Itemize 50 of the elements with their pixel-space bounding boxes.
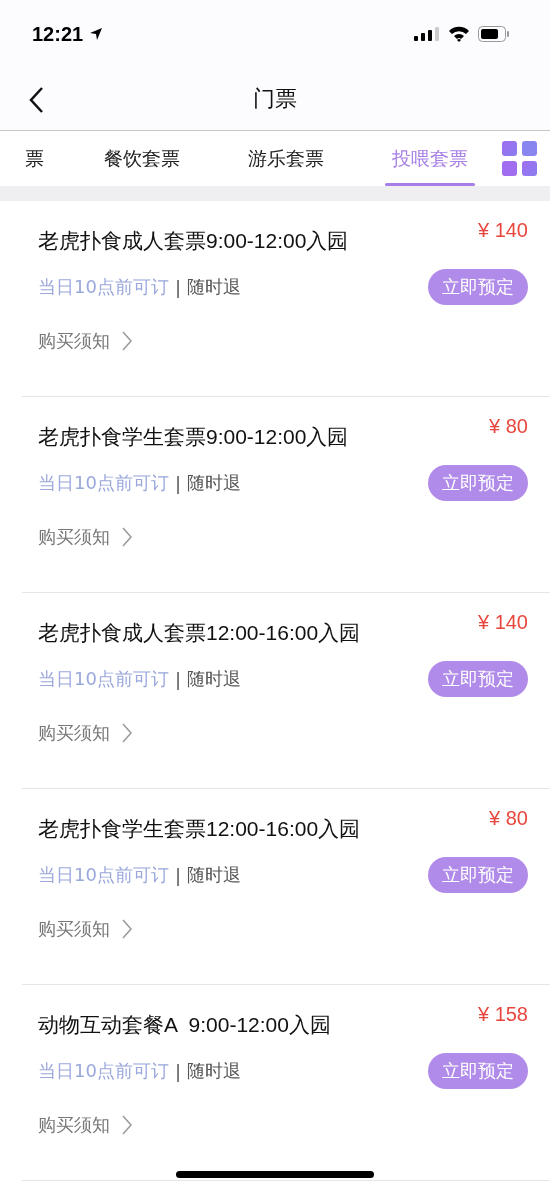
ticket-price: ¥ 80 [489, 807, 528, 830]
signal-icon [414, 27, 440, 41]
booking-note: 当日10点前可订 [38, 667, 169, 691]
chevron-right-icon [122, 331, 132, 351]
reserve-button[interactable]: 立即预定 [428, 465, 528, 501]
ticket-price: ¥ 158 [477, 1003, 528, 1026]
purchase-notice-link[interactable]: 购买须知 [38, 525, 132, 549]
refund-note: 随时退 [187, 1059, 241, 1083]
ticket-price: ¥ 140 [477, 611, 528, 634]
ticket-title: 老虎扑食学生套票9:00-12:00入园 [38, 424, 349, 450]
chevron-right-icon [122, 723, 132, 743]
chevron-right-icon [122, 919, 132, 939]
refund-note: 随时退 [187, 471, 241, 495]
purchase-notice-link[interactable]: 购买须知 [38, 721, 132, 745]
ticket-title: 老虎扑食学生套票12:00-16:00入园 [38, 816, 361, 842]
battery-icon [478, 26, 510, 42]
refund-note: 随时退 [187, 863, 241, 887]
booking-note: 当日10点前可订 [38, 275, 169, 299]
separator: | [174, 276, 181, 298]
location-arrow-icon [89, 27, 104, 41]
reserve-button[interactable]: 立即预定 [428, 269, 528, 305]
category-tab[interactable]: 游乐套票 [213, 131, 358, 186]
separator: | [174, 472, 181, 494]
separator: | [174, 864, 181, 886]
separator: | [174, 1060, 181, 1082]
category-tab[interactable]: 餐饮套票 [69, 131, 214, 186]
grid-icon[interactable] [502, 140, 538, 177]
page-title: 门票 [253, 85, 297, 113]
separator: | [174, 668, 181, 690]
ticket-title: 老虎扑食成人套票12:00-16:00入园 [38, 620, 361, 646]
status-time: 12:21 [32, 22, 84, 46]
purchase-notice-link[interactable]: 购买须知 [38, 917, 132, 941]
refund-note: 随时退 [187, 667, 241, 691]
booking-note: 当日10点前可订 [38, 863, 169, 887]
ticket-title: 动物互动套餐A 9:00-12:00入园 [38, 1012, 331, 1038]
reserve-button[interactable]: 立即预定 [428, 661, 528, 697]
ticket-title: 老虎扑食成人套票9:00-12:00入园 [38, 228, 349, 254]
purchase-notice-link[interactable]: 购买须知 [38, 329, 132, 353]
chevron-right-icon [122, 527, 132, 547]
booking-note: 当日10点前可订 [38, 1059, 169, 1083]
category-tab[interactable]: 投喂套票 [357, 131, 502, 186]
chevron-right-icon [122, 1115, 132, 1135]
wifi-icon [448, 26, 470, 42]
ticket-price: ¥ 140 [477, 219, 528, 242]
ticket-price: ¥ 80 [489, 415, 528, 438]
booking-note: 当日10点前可订 [38, 471, 169, 495]
reserve-button[interactable]: 立即预定 [428, 857, 528, 893]
refund-note: 随时退 [187, 275, 241, 299]
reserve-button[interactable]: 立即预定 [428, 1053, 528, 1089]
purchase-notice-link[interactable]: 购买须知 [38, 1113, 132, 1137]
